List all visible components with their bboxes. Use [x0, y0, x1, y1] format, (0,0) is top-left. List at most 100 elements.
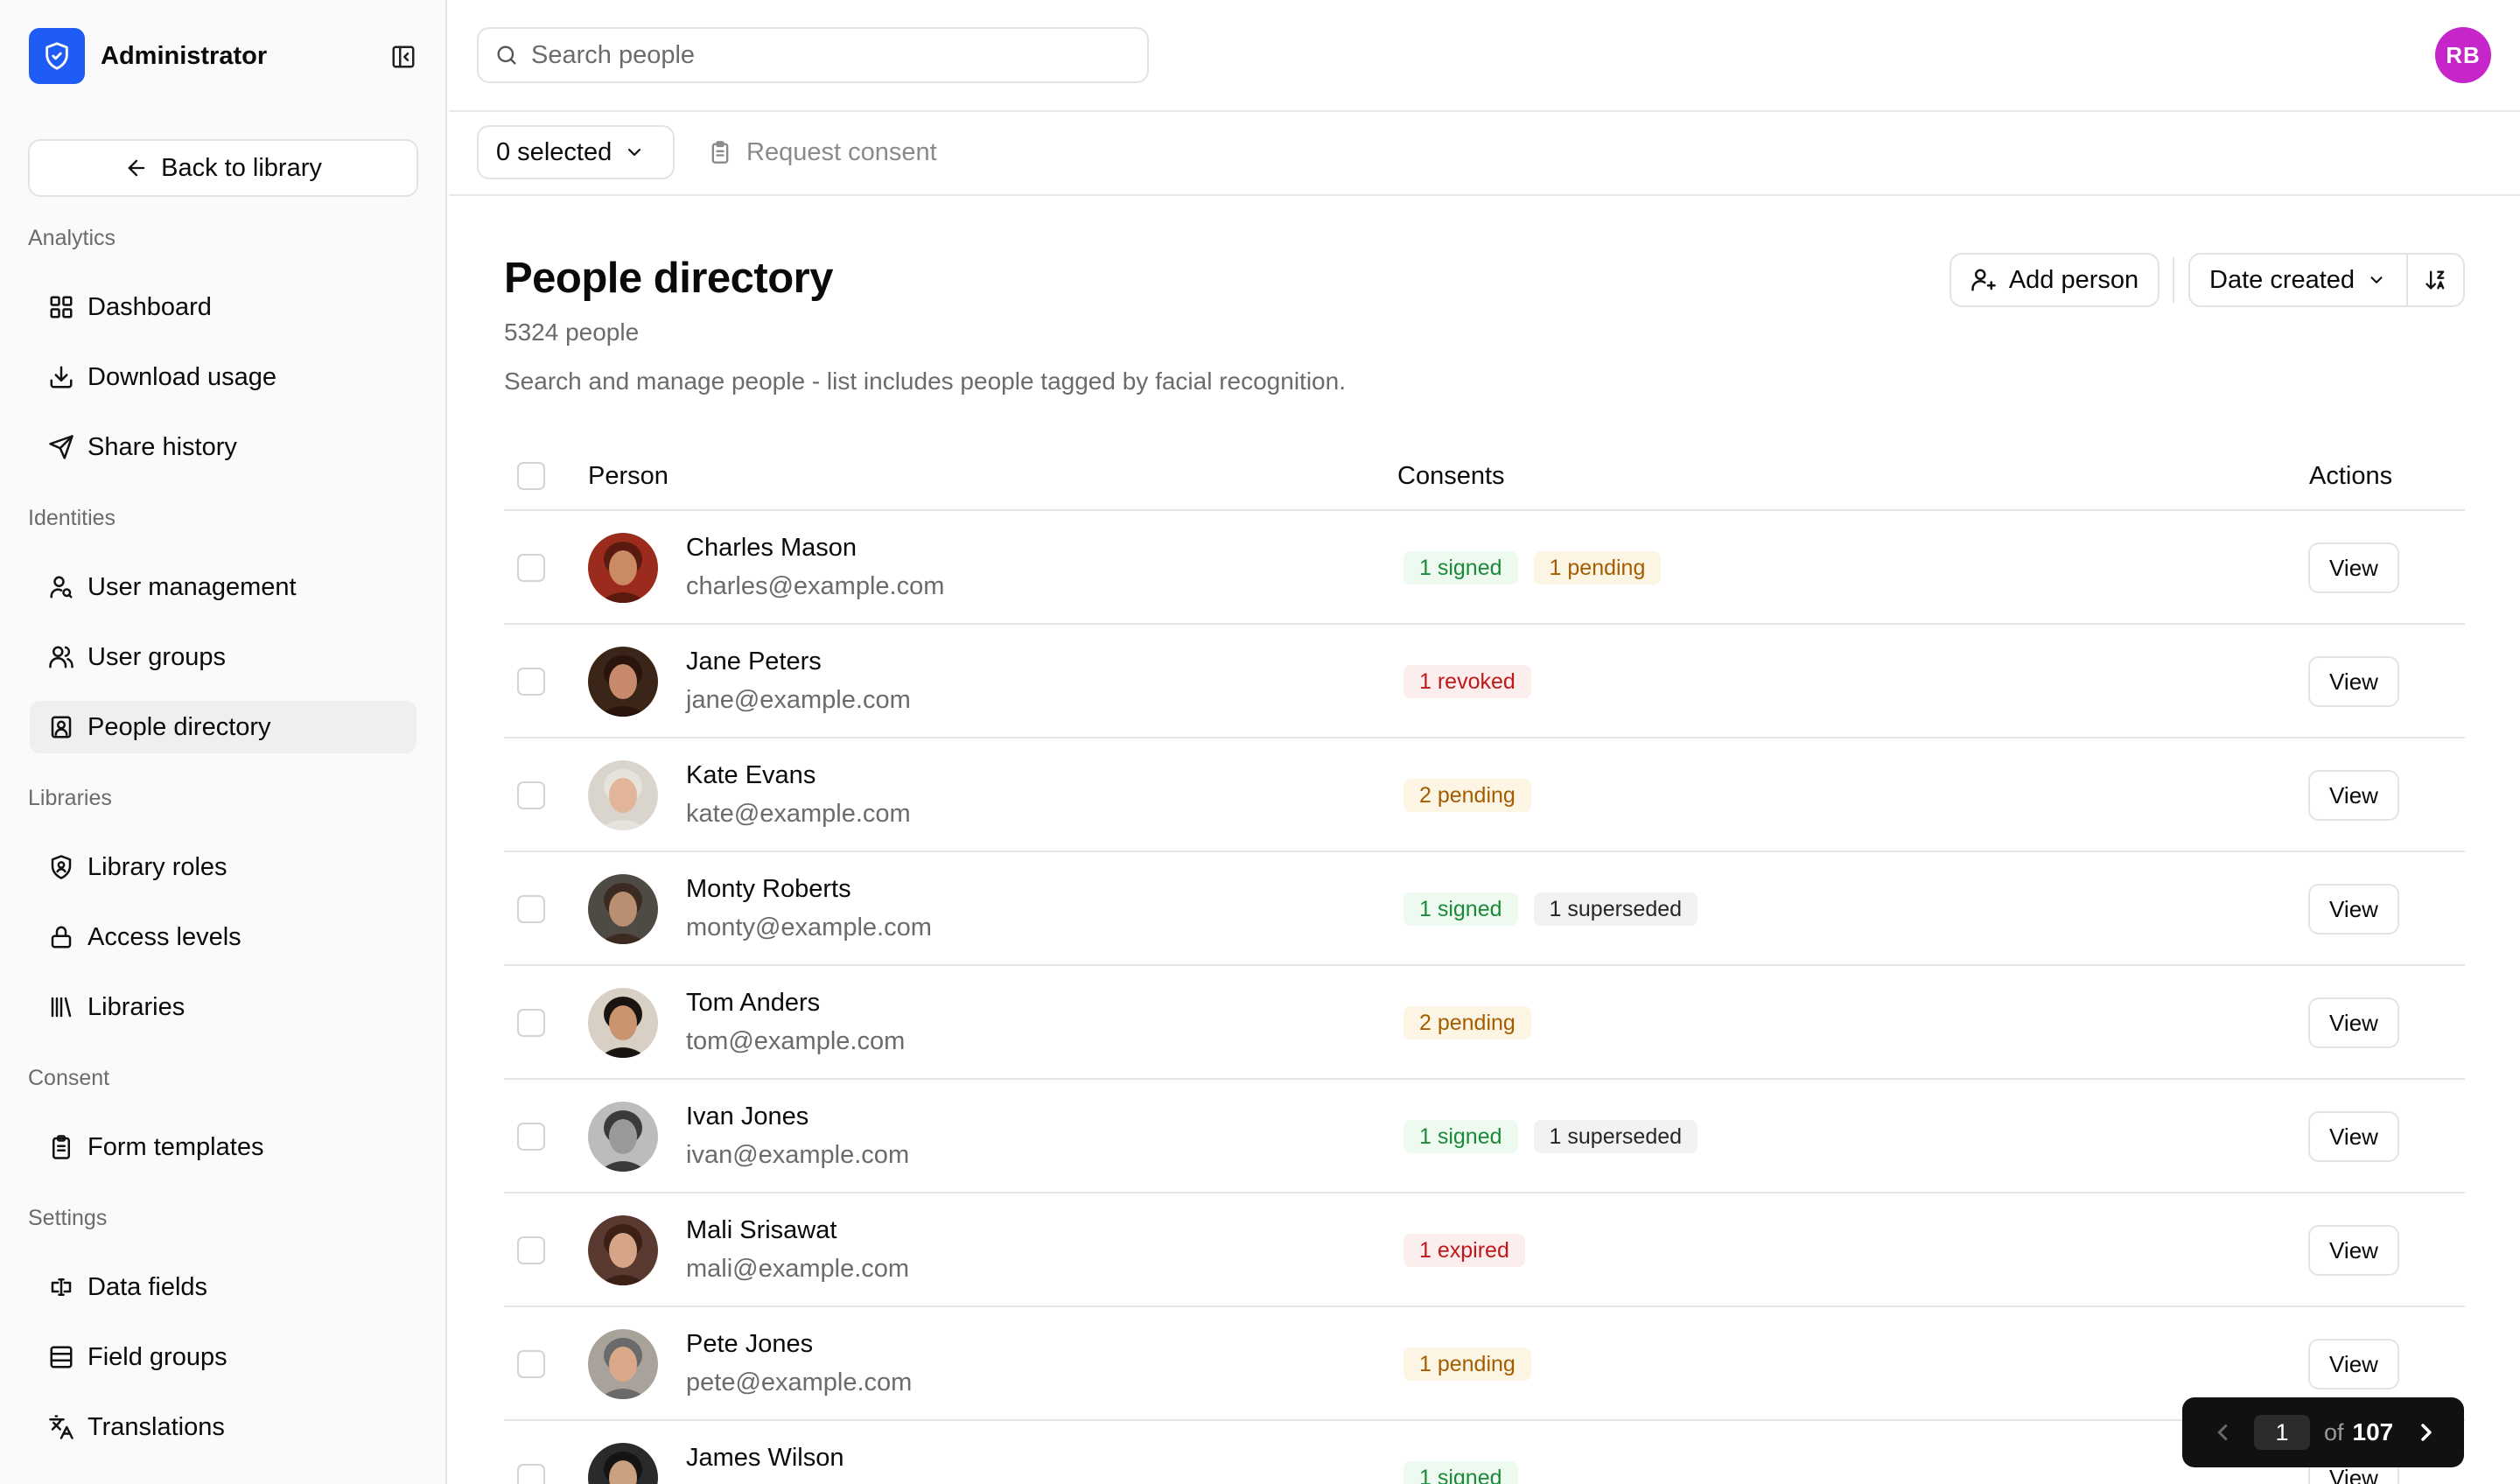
user-search-icon	[47, 573, 75, 601]
shield-user-icon	[47, 853, 75, 881]
clipboard-icon	[47, 1133, 75, 1161]
clipboard-icon	[711, 141, 729, 164]
person-name: Jane Peters	[686, 648, 822, 676]
table-row: Tom Anders tom@example.com 2 pending View	[504, 966, 2465, 1080]
chevron-right-icon	[2421, 1424, 2432, 1441]
request-consent-label: Request consent	[746, 137, 937, 166]
consent-badges: 1 expired	[1404, 1234, 1525, 1267]
people-count: 5324 people	[504, 318, 640, 346]
person-email: pete@example.com	[686, 1368, 913, 1396]
back-label: Back to library	[161, 153, 322, 182]
section-analytics: Analytics	[28, 226, 116, 250]
person-name: James Wilson	[686, 1444, 844, 1472]
users-icon	[47, 643, 75, 671]
next-page-button[interactable]	[2412, 1418, 2440, 1446]
consent-badges: 1 signed 1 superseded	[1404, 1120, 1698, 1153]
sidebar-item-user-management[interactable]: User management	[30, 561, 416, 613]
send-icon	[47, 433, 75, 461]
column-header-actions: Actions	[2309, 462, 2393, 490]
view-button[interactable]: View	[2308, 770, 2399, 821]
sidebar-item-label: Field groups	[88, 1342, 228, 1371]
person-name: Mali Srisawat	[686, 1216, 837, 1244]
avatar	[588, 760, 658, 830]
consent-badge-pending: 2 pending	[1404, 1006, 1531, 1040]
sidebar-item-download-usage[interactable]: Download usage	[30, 351, 416, 403]
consent-badges: 2 pending	[1404, 1006, 1531, 1040]
chevron-down-icon	[2370, 276, 2383, 284]
select-all-checkbox[interactable]	[517, 462, 545, 490]
user-avatar[interactable]: RB	[2435, 27, 2491, 83]
row-checkbox[interactable]	[517, 1236, 545, 1264]
consent-badges: 1 signed	[1404, 1461, 1518, 1484]
consent-badges: 1 pending	[1404, 1348, 1531, 1381]
back-to-library-button[interactable]: Back to library	[28, 139, 418, 197]
table-row: James Wilsonjames@example.com1 signedVie…	[504, 1421, 2465, 1484]
sidebar-item-label: Share history	[88, 432, 237, 461]
table-icon	[47, 1343, 75, 1371]
sidebar-item-people-directory[interactable]: People directory	[30, 701, 416, 753]
sidebar-item-label: Library roles	[88, 852, 228, 881]
sidebar-item-library-roles[interactable]: Library roles	[30, 841, 416, 893]
selected-dropdown[interactable]: 0 selected	[477, 125, 675, 179]
user-plus-icon	[1971, 269, 1996, 291]
view-button[interactable]: View	[2308, 542, 2399, 593]
search-input[interactable]: Search people	[477, 27, 1149, 83]
page-title: People directory	[504, 255, 833, 302]
sidebar-item-form-templates[interactable]: Form templates	[30, 1121, 416, 1173]
sidebar-item-label: Dashboard	[88, 292, 212, 321]
view-button[interactable]: View	[2308, 656, 2399, 707]
section-settings: Settings	[28, 1206, 108, 1230]
person-name: Monty Roberts	[686, 875, 851, 903]
row-checkbox[interactable]	[517, 781, 545, 809]
avatar	[588, 533, 658, 603]
sidebar-item-share-history[interactable]: Share history	[30, 421, 416, 473]
column-header-person: Person	[588, 462, 668, 490]
row-checkbox[interactable]	[517, 895, 545, 923]
arrow-left-icon	[128, 159, 145, 177]
sidebar-item-field-groups[interactable]: Field groups	[30, 1331, 416, 1383]
sidebar-item-libraries[interactable]: Libraries	[30, 981, 416, 1033]
app-name: Administrator	[101, 41, 268, 70]
selected-label: 0 selected	[496, 137, 612, 166]
table-header: Person Consents Actions	[504, 446, 2465, 511]
row-checkbox[interactable]	[517, 554, 545, 582]
text-cursor-input-icon	[47, 1273, 75, 1301]
view-button[interactable]: View	[2308, 1339, 2399, 1390]
sort-direction-button[interactable]	[2408, 255, 2463, 305]
table-body: Charles Mason charles@example.com 1 signed…	[504, 511, 2465, 1484]
consent-badges: 1 signed 1 pending	[1404, 551, 1662, 584]
row-checkbox[interactable]	[517, 1123, 545, 1151]
sort-field-dropdown[interactable]: Date created	[2190, 255, 2408, 305]
sidebar-item-label: People directory	[88, 712, 271, 741]
add-person-button[interactable]: Add person	[1950, 253, 2160, 307]
person-name: Charles Mason	[686, 534, 858, 562]
sort-control: Date created	[2188, 253, 2465, 307]
row-checkbox[interactable]	[517, 1464, 545, 1484]
request-consent-button[interactable]: Request consent	[708, 125, 937, 179]
sidebar-item-access-levels[interactable]: Access levels	[30, 911, 416, 963]
sidebar-collapse-icon[interactable]	[388, 42, 418, 72]
sidebar-item-data-fields[interactable]: Data fields	[30, 1261, 416, 1313]
row-checkbox[interactable]	[517, 1350, 545, 1378]
sidebar-item-user-groups[interactable]: User groups	[30, 631, 416, 683]
previous-page-button[interactable]	[2200, 1419, 2245, 1446]
sidebar-item-translations[interactable]: Translations	[30, 1401, 416, 1453]
consent-badge-pending: 1 pending	[1533, 551, 1662, 584]
page-number-input[interactable]: 1	[2254, 1415, 2310, 1450]
consent-badges: 1 revoked	[1404, 665, 1531, 698]
view-button[interactable]: View	[2308, 1225, 2399, 1276]
table-row: Kate Evans kate@example.com 2 pending View	[504, 738, 2465, 852]
add-person-label: Add person	[2008, 265, 2139, 294]
view-button[interactable]: View	[2308, 1111, 2399, 1162]
view-button[interactable]: View	[2308, 884, 2399, 934]
row-checkbox[interactable]	[517, 1009, 545, 1037]
row-checkbox[interactable]	[517, 668, 545, 696]
view-button[interactable]: View	[2308, 998, 2399, 1048]
person-name: Kate Evans	[686, 761, 816, 789]
consent-badges: 2 pending	[1404, 779, 1531, 812]
person-name: Tom Anders	[686, 989, 821, 1017]
sidebar-item-label: Translations	[88, 1412, 225, 1441]
sidebar-item-dashboard[interactable]: Dashboard	[30, 281, 416, 333]
table-row: Jane Peters jane@example.com 1 revoked View	[504, 625, 2465, 738]
consent-badge-signed: 1 signed	[1404, 1120, 1518, 1153]
